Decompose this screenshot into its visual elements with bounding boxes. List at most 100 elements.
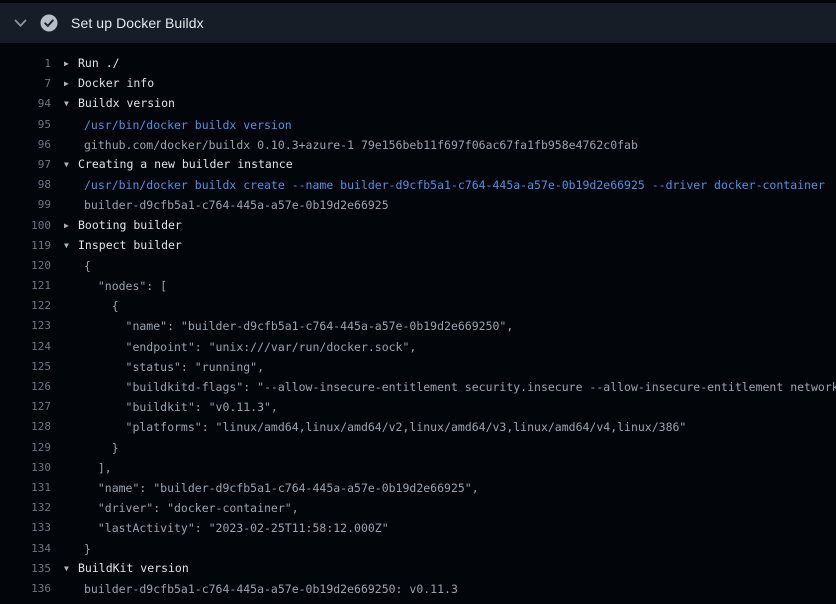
line-number[interactable]: 97 (0, 155, 51, 175)
log-output-text: ], (64, 458, 112, 478)
log-group-header[interactable]: ▶Run ./ (64, 54, 120, 74)
line-number[interactable]: 124 (0, 337, 51, 357)
log-output-text: "endpoint": "unix:///var/run/docker.sock… (64, 337, 416, 357)
log-group-header[interactable]: ▼BuildKit version (64, 559, 189, 579)
log-line: 136 builder-d9cfb5a1-c764-445a-a57e-0b19d… (0, 579, 836, 599)
log-line: 122 { (0, 296, 836, 316)
log-line: 133 "lastActivity": "2023-02-25T11:58:12… (0, 518, 836, 538)
log-output-text: } (64, 539, 91, 559)
log-line: 123 "name": "builder-d9cfb5a1-c764-445a-… (0, 316, 836, 336)
log-group-header[interactable]: ▶Docker info (64, 74, 154, 94)
log-line: 134} (0, 539, 836, 559)
log-output-text: github.com/docker/buildx 0.10.3+azure-1 … (64, 135, 638, 155)
log-output-text: "platforms": "linux/amd64,linux/amd64/v2… (64, 417, 686, 437)
log-line: 119 ▼Inspect builder (0, 236, 836, 256)
line-number[interactable]: 1 (0, 54, 51, 74)
log-viewer: 1▶Run ./7▶Docker info94▼Buildx version95… (0, 43, 836, 599)
log-line: 98/usr/bin/docker buildx create --name b… (0, 175, 836, 195)
log-output-text: "buildkit": "v0.11.3", (64, 397, 278, 417)
log-line: 130 ], (0, 458, 836, 478)
log-line: 125 "status": "running", (0, 357, 836, 377)
log-output-text: "name": "builder-d9cfb5a1-c764-445a-a57e… (64, 478, 479, 498)
log-output-text: { (64, 296, 119, 316)
log-line: 99 builder-d9cfb5a1-c764-445a-a57e-0b19d2… (0, 195, 836, 215)
log-group-label: BuildKit version (78, 561, 189, 575)
triangle-collapsed-icon[interactable]: ▶ (64, 54, 78, 74)
step-title: Set up Docker Buildx (71, 15, 204, 31)
line-number[interactable]: 131 (0, 478, 51, 498)
log-output-text: "buildkitd-flags": "--allow-insecure-ent… (64, 377, 836, 397)
log-group-label: Docker info (78, 76, 154, 90)
log-output-text: { (64, 256, 91, 276)
line-number[interactable]: 130 (0, 458, 51, 478)
log-line: 96 github.com/docker/buildx 0.10.3+azure-… (0, 135, 836, 155)
line-number[interactable]: 128 (0, 417, 51, 437)
triangle-expanded-icon[interactable]: ▼ (64, 559, 78, 579)
line-number[interactable]: 127 (0, 397, 51, 417)
line-number[interactable]: 95 (0, 115, 51, 135)
log-group-label: Creating a new builder instance (78, 157, 293, 171)
log-line: 126 "buildkitd-flags": "--allow-insecure… (0, 377, 836, 397)
log-output-text: "nodes": [ (64, 276, 167, 296)
log-group-header[interactable]: ▼Inspect builder (64, 236, 182, 256)
log-line: 124 "endpoint": "unix:///var/run/docker.… (0, 337, 836, 357)
triangle-collapsed-icon[interactable]: ▶ (64, 74, 78, 94)
log-line: 127 "buildkit": "v0.11.3", (0, 397, 836, 417)
log-line: 97 ▼Creating a new builder instance (0, 155, 836, 175)
chevron-down-icon[interactable] (14, 19, 27, 28)
log-group-header[interactable]: ▶Booting builder (64, 216, 182, 236)
line-number[interactable]: 119 (0, 236, 51, 256)
log-line: 100 ▶Booting builder (0, 216, 836, 236)
triangle-expanded-icon[interactable]: ▼ (64, 94, 78, 114)
line-number[interactable]: 122 (0, 296, 51, 316)
log-group-header[interactable]: ▼Creating a new builder instance (64, 155, 293, 175)
line-number[interactable]: 98 (0, 175, 51, 195)
log-command-text: /usr/bin/docker buildx create --name bui… (64, 175, 825, 195)
line-number[interactable]: 132 (0, 498, 51, 518)
line-number[interactable]: 125 (0, 357, 51, 377)
triangle-collapsed-icon[interactable]: ▶ (64, 216, 78, 236)
log-output-text: "name": "builder-d9cfb5a1-c764-445a-a57e… (64, 316, 513, 336)
log-output-text: } (64, 438, 119, 458)
log-line: 121 "nodes": [ (0, 276, 836, 296)
line-number[interactable]: 136 (0, 579, 51, 599)
line-number[interactable]: 94 (0, 94, 51, 114)
log-output-text: "driver": "docker-container", (64, 498, 299, 518)
line-number[interactable]: 133 (0, 518, 51, 538)
log-line: 120 { (0, 256, 836, 276)
log-group-label: Booting builder (78, 218, 182, 232)
log-line: 135 ▼BuildKit version (0, 559, 836, 579)
line-number[interactable]: 7 (0, 74, 51, 94)
line-number[interactable]: 129 (0, 438, 51, 458)
log-output-text: "lastActivity": "2023-02-25T11:58:12.000… (64, 518, 389, 538)
log-output-text: "status": "running", (64, 357, 264, 377)
log-group-label: Inspect builder (78, 238, 182, 252)
log-line: 94 ▼Buildx version (0, 94, 836, 114)
check-circle-icon (40, 14, 58, 32)
line-number[interactable]: 134 (0, 539, 51, 559)
log-line: 131 "name": "builder-d9cfb5a1-c764-445a-… (0, 478, 836, 498)
line-number[interactable]: 126 (0, 377, 51, 397)
line-number[interactable]: 135 (0, 559, 51, 579)
line-number[interactable]: 120 (0, 256, 51, 276)
line-number[interactable]: 100 (0, 216, 51, 236)
triangle-expanded-icon[interactable]: ▼ (64, 236, 78, 256)
log-group-label: Buildx version (78, 96, 175, 110)
line-number[interactable]: 96 (0, 135, 51, 155)
step-header[interactable]: Set up Docker Buildx (0, 3, 836, 43)
log-output-text: builder-d9cfb5a1-c764-445a-a57e-0b19d2e6… (64, 579, 458, 599)
log-group-label: Run ./ (78, 56, 120, 70)
log-line: 1 ▶Run ./ (0, 54, 836, 74)
log-line: 128 "platforms": "linux/amd64,linux/amd6… (0, 417, 836, 437)
log-line: 95/usr/bin/docker buildx version (0, 115, 836, 135)
log-command-text: /usr/bin/docker buildx version (64, 115, 292, 135)
log-group-header[interactable]: ▼Buildx version (64, 94, 175, 114)
log-line: 129 } (0, 438, 836, 458)
triangle-expanded-icon[interactable]: ▼ (64, 155, 78, 175)
log-output-text: builder-d9cfb5a1-c764-445a-a57e-0b19d2e6… (64, 195, 389, 215)
line-number[interactable]: 99 (0, 195, 51, 215)
log-line: 7 ▶Docker info (0, 74, 836, 94)
log-line: 132 "driver": "docker-container", (0, 498, 836, 518)
line-number[interactable]: 123 (0, 316, 51, 336)
line-number[interactable]: 121 (0, 276, 51, 296)
